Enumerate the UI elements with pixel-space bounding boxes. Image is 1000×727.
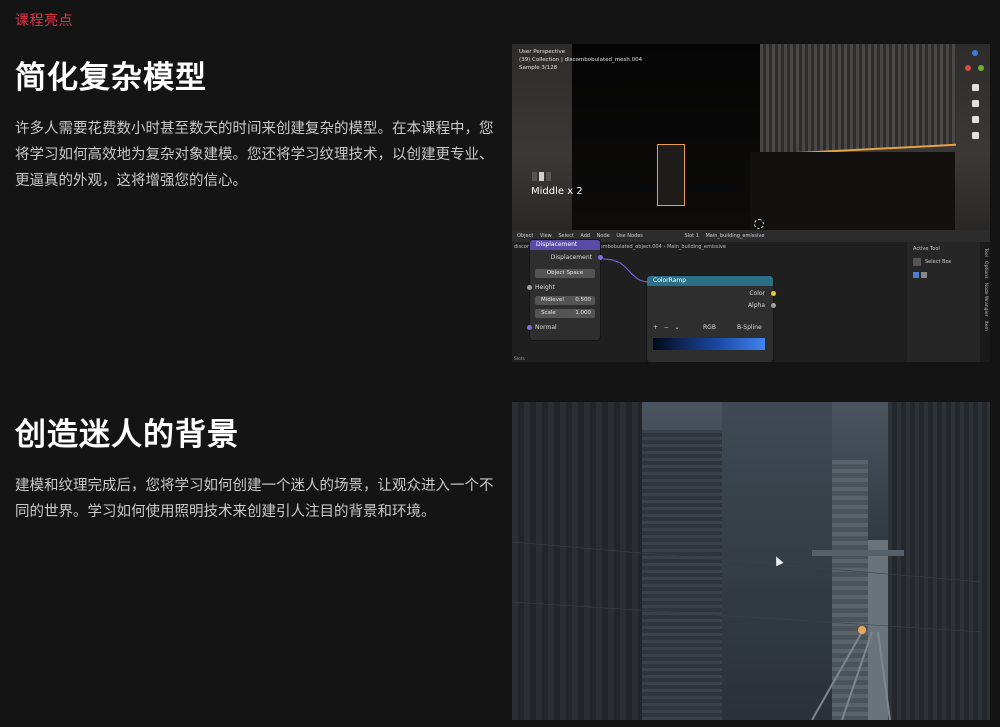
tab-tool[interactable]: Tool (983, 248, 988, 257)
rail-lines (512, 541, 983, 720)
viewport-mode: User Perspective (519, 49, 566, 55)
mouse-button-icon (532, 172, 551, 181)
3d-viewport: User Perspective (39) Collection | disco… (512, 44, 990, 230)
tool-label: Select Box (925, 259, 952, 265)
feature-title: 简化复杂模型 (15, 60, 207, 96)
editor-screenshot: User Perspective (39) Collection | disco… (512, 44, 990, 362)
tool-mode-icons[interactable] (913, 272, 980, 278)
node-editor[interactable]: Object View Select Add Node Use Nodes Sl… (512, 230, 990, 362)
hand-icon[interactable] (972, 100, 979, 107)
selected-window-outline (657, 144, 685, 206)
select-box-tool[interactable]: Select Box (913, 258, 980, 266)
y-axis-icon[interactable] (978, 65, 984, 71)
section-tag: 课程亮点 (15, 13, 73, 29)
building-facade (760, 44, 956, 156)
x-axis-icon[interactable] (965, 65, 971, 71)
feature-description: 许多人需要花费数小时甚至数天的时间来创建复杂的模型。在本课程中，您将学习如何高效… (15, 121, 494, 189)
key-overlay: Middle x 2 (531, 186, 583, 197)
feature-title: 创造迷人的背景 (15, 417, 239, 453)
mode-icon[interactable] (921, 272, 927, 278)
feature-simplify-models: 简化复杂模型 许多人需要花费数小时甚至数天的时间来创建复杂的模型。在本课程中，您… (15, 58, 500, 194)
select-box-icon (913, 258, 921, 266)
tab-item[interactable]: Item (983, 321, 988, 331)
zoom-icon[interactable] (972, 84, 979, 91)
viewport-info: User Perspective (39) Collection | disco… (519, 48, 642, 72)
viewport-collection: (39) Collection | discombobulated_mesh.0… (519, 57, 643, 63)
tab-options[interactable]: Options (983, 261, 988, 278)
viewport-sample: Sample 3/128 (519, 65, 558, 71)
status-footer: Slots (514, 357, 525, 362)
building-underside (750, 152, 955, 230)
feature-description: 建模和纹理完成后，您将学习如何创建一个迷人的场景，让观众进入一个不同的世界。学习… (15, 478, 494, 520)
panel-title: Active Tool (913, 246, 940, 252)
pivot-icon (754, 219, 764, 229)
feature-create-backgrounds: 创造迷人的背景 建模和纹理完成后，您将学习如何创建一个迷人的场景，让观众进入一个… (15, 415, 500, 525)
tab-node-wrangler[interactable]: Node Wrangler (983, 283, 988, 317)
z-axis-icon[interactable] (972, 50, 978, 56)
camera-icon[interactable] (972, 116, 979, 123)
navigation-gizmo[interactable] (963, 48, 985, 143)
mode-icon[interactable] (913, 272, 919, 278)
city-render-image (512, 402, 990, 720)
active-tool-panel: Active Tool Select Box (907, 242, 980, 362)
sidebar-tabs[interactable]: Tool Options Node Wrangler Item (980, 242, 990, 362)
grid-icon[interactable] (972, 132, 979, 139)
